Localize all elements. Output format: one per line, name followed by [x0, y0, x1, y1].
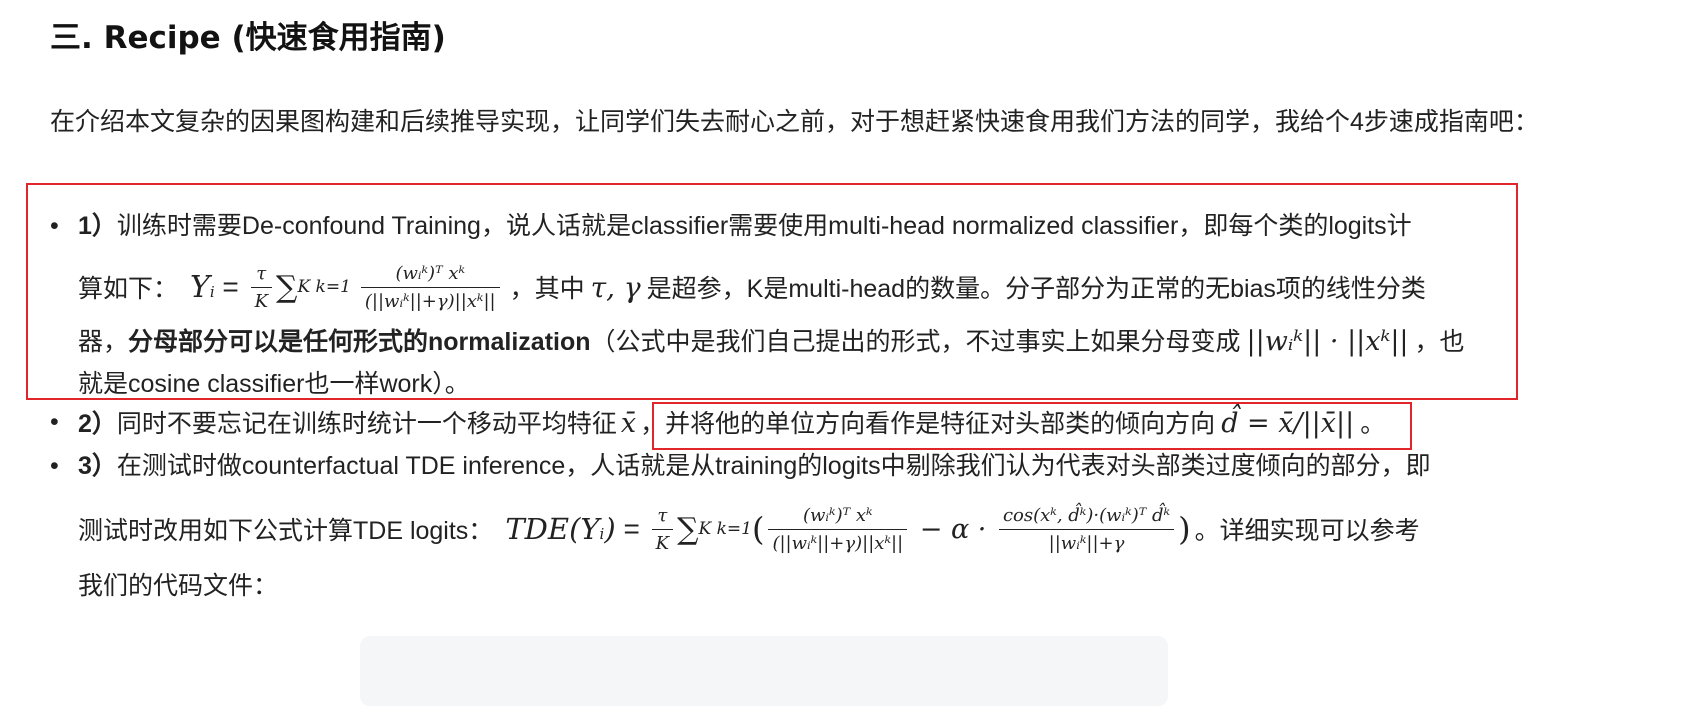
intro-paragraph: 在介绍本文复杂的因果图构建和后续推导实现，让同学们失去耐心之前，对于想赶紧快速食…: [50, 108, 1539, 136]
formula-sum: ∑: [677, 511, 699, 547]
formula-minus-alpha: − α ·: [911, 513, 995, 545]
formula-sum-range: K k=1: [698, 519, 752, 539]
formula-inline: x̄: [620, 408, 637, 439]
step-text: 在测试时做counterfactual TDE inference，人话就是从t…: [116, 452, 1431, 480]
bullet-dot: •: [50, 408, 59, 436]
step-text: 同时不要忘记在训练时统计一个移动平均特征: [116, 410, 617, 438]
section-heading: 三. Recipe (快速食用指南): [50, 20, 446, 56]
step-marker: 3）: [78, 452, 117, 480]
highlight-box-item-1: [26, 183, 1518, 400]
formula-tau-over-k: τK: [651, 505, 674, 554]
formula-paren-open: (: [751, 510, 765, 548]
formula-lhs: TDE(Yi): [505, 512, 616, 546]
highlight-box-item-2: [652, 402, 1412, 450]
formula-fraction: cos(xᵏ, d̂ᵏ)·(wᵢᵏ)ᵀ d̂ᵏ ||wᵢᵏ||+γ: [998, 505, 1175, 554]
step-marker: 2）: [78, 410, 117, 438]
code-block: [360, 636, 1168, 706]
formula-paren-close: ): [1178, 510, 1191, 548]
step-text: 我们的代码文件：: [78, 572, 279, 600]
step-text: 。详细实现可以参考: [1194, 517, 1420, 545]
formula-fraction: (wᵢᵏ)ᵀ xᵏ (||wᵢᵏ||+γ)||xᵏ||: [768, 505, 908, 554]
step-text: 测试时改用如下公式计算TDE logits：: [78, 517, 494, 545]
formula-equals: =: [615, 513, 648, 544]
bullet-dot: •: [50, 452, 59, 480]
